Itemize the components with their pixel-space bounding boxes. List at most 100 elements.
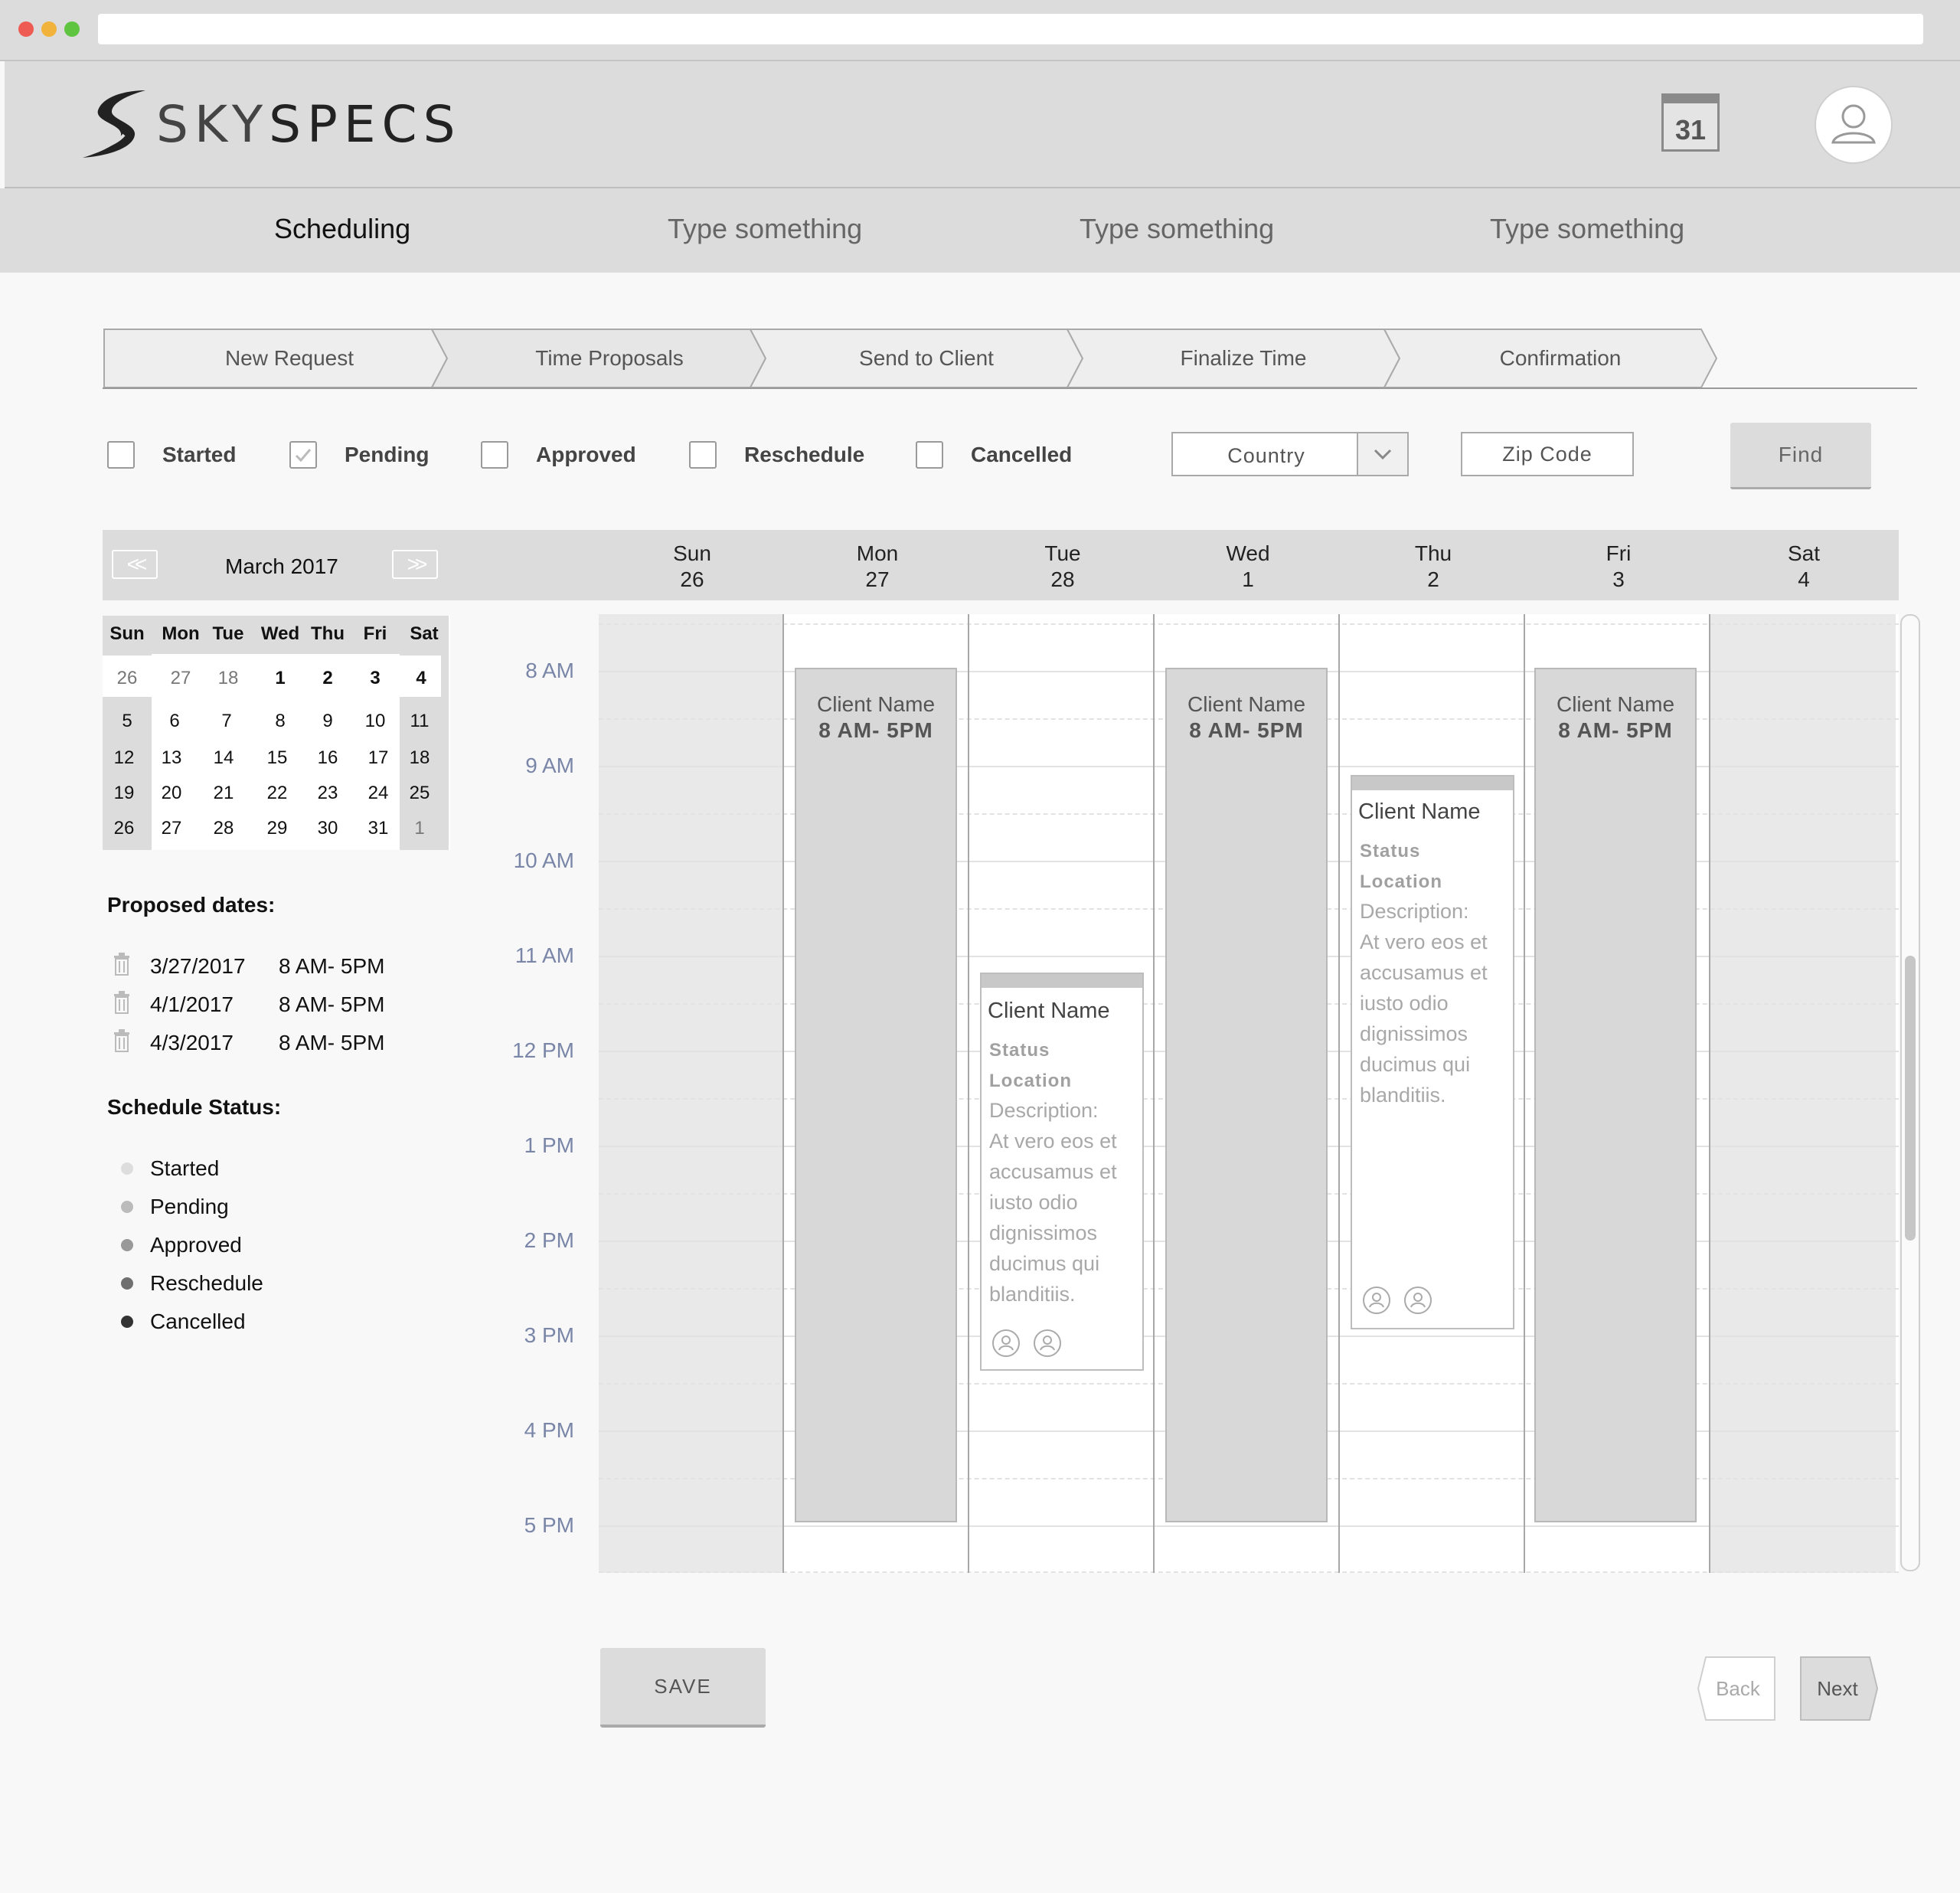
assignee-user-icon[interactable] <box>1363 1287 1390 1314</box>
mini-day[interactable]: 27 <box>156 668 205 689</box>
event-time: 8 AM- 5PM <box>1558 718 1673 742</box>
day-header-mon[interactable]: Mon 27 <box>801 541 954 593</box>
minimize-window-dot[interactable] <box>41 21 57 37</box>
cancelled-checkbox[interactable] <box>916 441 943 469</box>
trash-icon[interactable] <box>113 953 130 976</box>
assignee-user-icon[interactable] <box>1404 1287 1432 1314</box>
next-button[interactable]: Next <box>1799 1657 1876 1720</box>
mini-day[interactable]: 29 <box>253 818 302 839</box>
day-header-sat[interactable]: Sat 4 <box>1727 541 1880 593</box>
trash-icon[interactable] <box>113 1029 130 1052</box>
started-checkbox[interactable] <box>107 441 135 469</box>
day-header-thu[interactable]: Thu 2 <box>1357 541 1510 593</box>
mini-day[interactable]: 6 <box>150 711 199 732</box>
mini-day[interactable]: 28 <box>199 818 248 839</box>
user-avatar[interactable] <box>1815 86 1893 164</box>
reschedule-checkbox[interactable] <box>689 441 717 469</box>
mini-day[interactable]: 23 <box>303 783 352 804</box>
mini-day[interactable]: 21 <box>199 783 248 804</box>
day-header-sun[interactable]: Sun 26 <box>616 541 769 593</box>
event-card-location: Location <box>989 1071 1072 1091</box>
event-block-monday[interactable] <box>795 668 957 1522</box>
assignee-user-icon[interactable] <box>992 1329 1020 1357</box>
mini-day[interactable]: 4 <box>397 668 446 689</box>
mini-day[interactable]: 8 <box>256 711 305 732</box>
mini-day[interactable]: 30 <box>303 818 352 839</box>
event-card-status: Status <box>1360 841 1421 861</box>
chevron-down-icon[interactable] <box>1357 433 1407 475</box>
pending-checkbox[interactable] <box>289 441 317 469</box>
time-label: 3 PM <box>524 1323 574 1347</box>
mini-day[interactable]: 11 <box>395 711 444 732</box>
event-block-friday[interactable] <box>1534 668 1697 1522</box>
prev-month-button[interactable]: << <box>112 550 158 579</box>
maximize-window-dot[interactable] <box>64 21 80 37</box>
mini-weekday-thu: Thu <box>311 623 345 644</box>
assignee-user-icon[interactable] <box>1034 1329 1061 1357</box>
step-send-to-client[interactable]: Send to Client <box>772 329 1081 387</box>
address-bar[interactable] <box>98 14 1923 44</box>
saturday-column[interactable] <box>1710 614 1896 1573</box>
day-header-wed[interactable]: Wed 1 <box>1171 541 1325 593</box>
checkmark-icon <box>295 449 312 463</box>
nav-item-4[interactable]: Type something <box>1490 213 1684 245</box>
step-new-request[interactable]: New Request <box>104 329 475 387</box>
proposed-date: 3/27/2017 <box>150 954 246 978</box>
mini-day[interactable]: 1 <box>395 818 444 839</box>
save-button[interactable]: SAVE <box>600 1648 766 1728</box>
step-time-proposals[interactable]: Time Proposals <box>455 329 764 387</box>
mini-day[interactable]: 9 <box>303 711 352 732</box>
country-select[interactable]: Country <box>1171 432 1409 476</box>
event-block-wednesday[interactable] <box>1165 668 1328 1522</box>
mini-day[interactable]: 12 <box>100 747 149 769</box>
nav-item-3[interactable]: Type something <box>1080 213 1274 245</box>
mini-day[interactable]: 3 <box>351 668 400 689</box>
status-legend-label: Cancelled <box>150 1309 246 1333</box>
mini-day[interactable]: 22 <box>253 783 302 804</box>
event-client-name: Client Name <box>816 692 936 716</box>
mini-day[interactable]: 16 <box>303 747 352 769</box>
approved-checkbox[interactable] <box>481 441 508 469</box>
calendar-scrollbar-thumb[interactable] <box>1905 956 1916 1241</box>
day-header-fri[interactable]: Fri 3 <box>1542 541 1695 593</box>
mini-day[interactable]: 26 <box>103 668 152 689</box>
event-card-location: Location <box>1360 871 1442 892</box>
trash-icon[interactable] <box>113 991 130 1014</box>
zip-code-input[interactable]: Zip Code <box>1461 432 1634 476</box>
nav-item-scheduling[interactable]: Scheduling <box>274 213 410 245</box>
mini-day[interactable]: 7 <box>202 711 251 732</box>
mini-day[interactable]: 18 <box>204 668 253 689</box>
time-label: 5 PM <box>524 1513 574 1537</box>
nav-item-2[interactable]: Type something <box>668 213 862 245</box>
status-dot-approved <box>121 1239 133 1251</box>
mini-day[interactable]: 25 <box>395 783 444 804</box>
mini-day[interactable]: 10 <box>351 711 400 732</box>
next-month-button[interactable]: >> <box>392 550 438 579</box>
mini-day[interactable]: 20 <box>147 783 196 804</box>
event-card-client-name: Client Name <box>988 999 1110 1023</box>
status-legend-label: Reschedule <box>150 1271 263 1295</box>
step-finalize-time[interactable]: Finalize Time <box>1089 329 1398 387</box>
mini-day[interactable]: 26 <box>100 818 149 839</box>
mini-day[interactable]: 19 <box>100 783 149 804</box>
mini-day[interactable]: 1 <box>256 668 305 689</box>
mini-day[interactable]: 27 <box>147 818 196 839</box>
status-legend-label: Started <box>150 1156 220 1180</box>
day-header-tue[interactable]: Tue 28 <box>986 541 1139 593</box>
started-label: Started <box>162 443 237 466</box>
calendar-icon[interactable]: 31 <box>1661 93 1720 152</box>
step-confirmation[interactable]: Confirmation <box>1406 329 1715 387</box>
mini-day[interactable]: 2 <box>303 668 352 689</box>
mini-day[interactable]: 13 <box>147 747 196 769</box>
find-button[interactable]: Find <box>1730 423 1871 489</box>
mini-calendar-sat-column <box>400 616 449 850</box>
mini-day[interactable]: 18 <box>395 747 444 769</box>
mini-day[interactable]: 14 <box>199 747 248 769</box>
back-button[interactable]: Back <box>1700 1657 1776 1720</box>
event-client-name: Client Name <box>1556 692 1675 716</box>
sunday-column[interactable] <box>599 614 784 1573</box>
mini-weekday-mon: Mon <box>162 623 200 644</box>
mini-day[interactable]: 15 <box>253 747 302 769</box>
mini-day[interactable]: 5 <box>103 711 152 732</box>
close-window-dot[interactable] <box>18 21 34 37</box>
